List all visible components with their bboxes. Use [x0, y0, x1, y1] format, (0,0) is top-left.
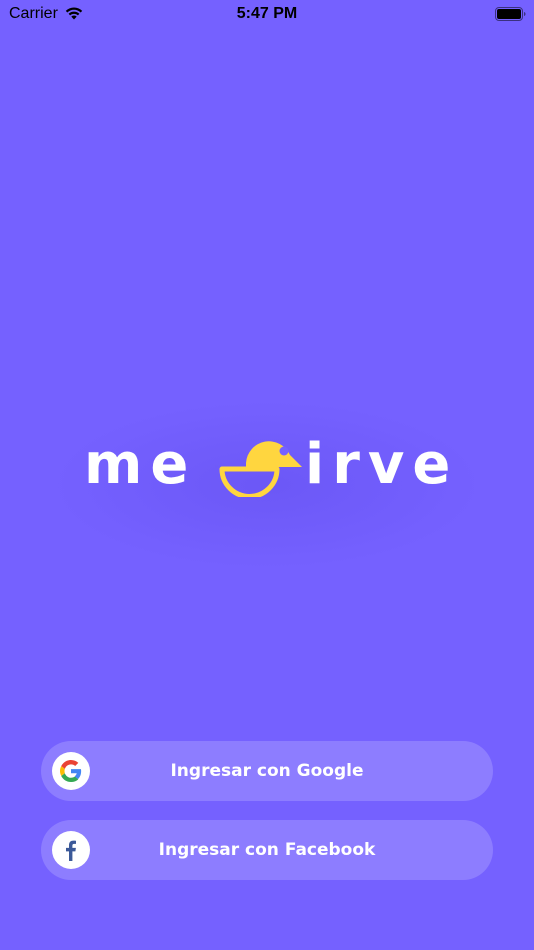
mesirve-mark-icon [219, 441, 302, 497]
google-icon [60, 760, 82, 782]
status-bar: Carrier 5:47 PM [0, 0, 534, 28]
google-icon-badge [52, 752, 90, 790]
facebook-login-label: Ingresar con Facebook [158, 840, 376, 860]
google-login-label: Ingresar con Google [170, 761, 364, 781]
logo-text-me: me [84, 432, 197, 497]
facebook-icon [66, 840, 76, 861]
facebook-login-button[interactable]: Ingresar con Facebook [41, 820, 493, 880]
time-label: 5:47 PM [236, 5, 298, 22]
logo-text-irve: irve [305, 432, 459, 497]
facebook-icon-badge [52, 831, 90, 869]
app-logo: me irve [0, 425, 534, 505]
battery-icon [495, 7, 526, 21]
google-login-button[interactable]: Ingresar con Google [41, 741, 493, 801]
